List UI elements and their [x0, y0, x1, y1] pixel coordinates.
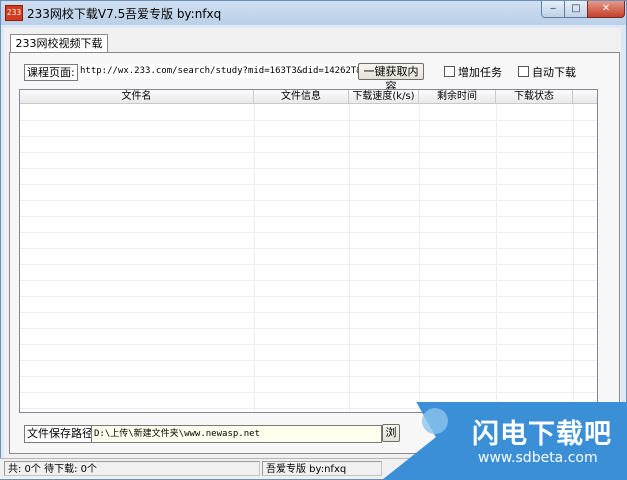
- grid-row-line: [20, 264, 597, 265]
- maximize-button[interactable]: □: [564, 1, 588, 18]
- auto-download-checkbox[interactable]: [518, 66, 529, 77]
- course-page-label: 课程页面:: [24, 64, 78, 81]
- column-file-info[interactable]: 文件信息: [254, 90, 349, 103]
- grid-row-line: [20, 152, 597, 153]
- grid-row-line: [20, 296, 597, 297]
- grid-row-line: [20, 200, 597, 201]
- grid-row-line: [20, 232, 597, 233]
- column-speed[interactable]: 下载速度(k/s): [349, 90, 419, 103]
- title-bar[interactable]: 233 233网校下载V7.5 吾爱专版 by:nfxq ‒ □ ✕: [1, 1, 626, 25]
- grid-row-line: [20, 360, 597, 361]
- minimize-button[interactable]: ‒: [541, 1, 565, 18]
- auto-download-label: 自动下载: [532, 66, 576, 79]
- grid-row-line: [20, 248, 597, 249]
- grid-row-line: [20, 392, 597, 393]
- save-path-input[interactable]: D:\上传\新建文件夹\www.newasp.net: [91, 425, 382, 443]
- grid-column-line: [573, 104, 574, 412]
- grid-row-line: [20, 136, 597, 137]
- grid-row-line: [20, 344, 597, 345]
- fetch-content-button[interactable]: 一键获取内容: [358, 63, 424, 93]
- column-filename[interactable]: 文件名: [20, 90, 254, 103]
- grid-column-line: [496, 104, 497, 412]
- grid-row-line: [20, 120, 597, 121]
- grid-row-line: [20, 376, 597, 377]
- save-path-label: 文件保存路径:: [24, 425, 100, 443]
- close-button[interactable]: ✕: [587, 1, 625, 18]
- watermark-logo: 闪电下载吧 www.sdbeta.com: [382, 402, 627, 480]
- app-icon: 233: [5, 5, 23, 21]
- watermark-circle-icon: [422, 408, 448, 434]
- window-title: 233网校下载V7.5: [27, 7, 126, 21]
- status-counts: 共: 0个 待下载: 0个: [4, 461, 260, 476]
- watermark-url: www.sdbeta.com: [478, 450, 598, 466]
- course-url-input[interactable]: http://wx.233.com/search/study?mid=163T3…: [80, 64, 358, 79]
- watermark-brand: 闪电下载吧: [472, 419, 612, 450]
- tab-video-download[interactable]: 233网校视频下载: [10, 34, 108, 53]
- grid-row-line: [20, 280, 597, 281]
- add-task-checkbox[interactable]: [444, 66, 455, 77]
- grid-row-line: [20, 184, 597, 185]
- grid-column-line: [254, 104, 255, 412]
- download-list[interactable]: 文件名 文件信息 下载速度(k/s) 剩余时间 下载状态: [19, 89, 598, 413]
- add-task-label: 增加任务: [458, 66, 502, 79]
- grid-row-line: [20, 312, 597, 313]
- grid-row-line: [20, 216, 597, 217]
- list-header: 文件名 文件信息 下载速度(k/s) 剩余时间 下载状态: [20, 90, 597, 104]
- grid-column-line: [349, 104, 350, 412]
- column-remaining-time[interactable]: 剩余时间: [419, 90, 496, 103]
- grid-row-line: [20, 168, 597, 169]
- column-status[interactable]: 下载状态: [496, 90, 573, 103]
- status-credit: 吾爱专版 by:nfxq: [262, 461, 382, 476]
- grid-row-line: [20, 328, 597, 329]
- grid-column-line: [419, 104, 420, 412]
- window-subtitle: 吾爱专版 by:nfxq: [125, 7, 222, 21]
